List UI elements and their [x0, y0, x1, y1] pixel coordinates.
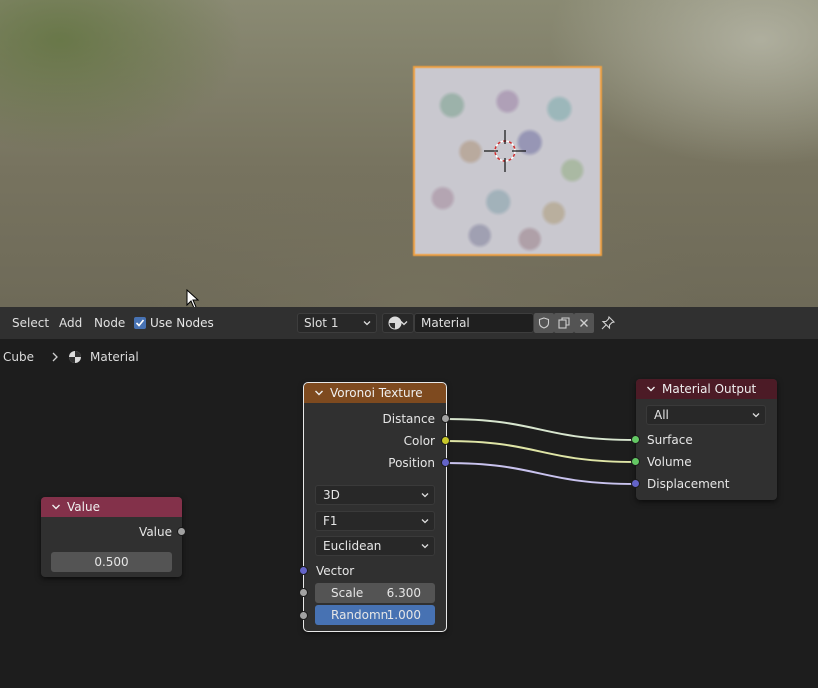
voronoi-randomness-socket[interactable] [299, 611, 308, 620]
voronoi-vector-socket[interactable] [299, 566, 308, 575]
duplicate-material-button[interactable] [554, 313, 574, 333]
checkmark-icon [135, 319, 145, 327]
voronoi-dimensions-value: 3D [323, 488, 340, 502]
duplicate-icon [558, 317, 570, 329]
voronoi-vector-label: Vector [316, 564, 355, 578]
material-sphere-icon [68, 351, 81, 363]
link-color-volume [445, 440, 637, 463]
breadcrumb: Cube Material [0, 348, 139, 366]
3d-cursor-icon [484, 130, 526, 172]
fake-user-button[interactable] [534, 313, 554, 333]
close-icon [580, 319, 588, 327]
value-node-title: Value [67, 500, 100, 514]
voronoi-metric-select[interactable]: Euclidean [315, 536, 435, 556]
output-displacement-label: Displacement [647, 477, 730, 491]
output-displacement-socket[interactable] [631, 479, 640, 488]
material-output-title: Material Output [662, 382, 757, 396]
voronoi-color-socket[interactable] [441, 436, 450, 445]
voronoi-distance-socket[interactable] [441, 414, 450, 423]
chevron-down-icon[interactable] [314, 388, 324, 398]
value-node[interactable]: Value Value 0.500 [41, 497, 182, 577]
value-field[interactable]: 0.500 [51, 552, 172, 572]
link-position-displacement [445, 462, 637, 485]
voronoi-randomness-label: Randomn [331, 608, 389, 622]
node-editor-header: Select Add Node Use Nodes Slot 1 Materia… [0, 307, 818, 339]
voronoi-node-header[interactable]: Voronoi Texture [304, 383, 446, 403]
use-nodes-toggle[interactable]: Use Nodes [134, 316, 214, 330]
value-node-header[interactable]: Value [41, 497, 182, 517]
voronoi-scale-field[interactable]: Scale 6.300 [315, 583, 435, 603]
chevron-down-icon [400, 321, 408, 326]
output-surface-label: Surface [647, 433, 693, 447]
3d-viewport[interactable] [0, 0, 818, 307]
voronoi-dimensions-select[interactable]: 3D [315, 485, 435, 505]
output-volume-socket[interactable] [631, 457, 640, 466]
chevron-down-icon [363, 321, 371, 326]
slot-dropdown[interactable]: Slot 1 [297, 313, 377, 333]
voronoi-texture-node[interactable]: Voronoi Texture Distance Color Position … [303, 382, 447, 632]
voronoi-feature-value: F1 [323, 514, 338, 528]
chevron-right-icon [52, 352, 58, 362]
output-target-value: All [654, 408, 669, 422]
voronoi-scale-label: Scale [331, 586, 364, 600]
material-name-value: Material [421, 316, 470, 330]
output-surface-socket[interactable] [631, 435, 640, 444]
voronoi-randomness-field[interactable]: Randomn 1.000 [315, 605, 435, 625]
use-nodes-checkbox[interactable] [134, 317, 146, 329]
slot-value: Slot 1 [304, 316, 339, 330]
chevron-down-icon [421, 519, 429, 524]
use-nodes-label: Use Nodes [150, 316, 214, 330]
material-output-node[interactable]: Material Output All Surface Volume Displ… [636, 379, 777, 500]
breadcrumb-material: Material [89, 350, 139, 364]
unlink-material-button[interactable] [574, 313, 594, 333]
voronoi-node-title: Voronoi Texture [330, 386, 423, 400]
value-output-socket[interactable] [177, 527, 186, 536]
breadcrumb-object: Cube [3, 350, 34, 364]
menu-select[interactable]: Select [12, 315, 49, 331]
material-name-field[interactable]: Material [414, 313, 534, 333]
chevron-down-icon [752, 413, 760, 418]
chevron-down-icon [421, 544, 429, 549]
voronoi-scale-value: 6.300 [386, 586, 421, 600]
voronoi-output-position: Position [388, 456, 435, 470]
output-volume-label: Volume [647, 455, 692, 469]
pin-button[interactable] [598, 313, 618, 333]
shield-icon [538, 317, 550, 329]
voronoi-feature-select[interactable]: F1 [315, 511, 435, 531]
material-browse-button[interactable] [382, 313, 414, 333]
voronoi-output-distance: Distance [382, 412, 435, 426]
mouse-pointer-icon [186, 289, 200, 307]
voronoi-scale-socket[interactable] [299, 588, 308, 597]
output-target-select[interactable]: All [646, 405, 766, 425]
voronoi-output-color: Color [403, 434, 435, 448]
value-output-label: Value [139, 525, 172, 539]
menu-node[interactable]: Node [94, 315, 125, 331]
voronoi-position-socket[interactable] [441, 458, 450, 467]
chevron-down-icon[interactable] [51, 502, 61, 512]
voronoi-metric-value: Euclidean [323, 539, 382, 553]
value-field-value: 0.500 [94, 555, 129, 569]
chevron-down-icon[interactable] [646, 384, 656, 394]
material-output-header[interactable]: Material Output [636, 379, 777, 399]
voronoi-randomness-value: 1.000 [386, 608, 421, 622]
chevron-down-icon [421, 493, 429, 498]
pin-icon [601, 316, 615, 330]
link-distance-surface [445, 418, 637, 441]
menu-add[interactable]: Add [59, 315, 82, 331]
